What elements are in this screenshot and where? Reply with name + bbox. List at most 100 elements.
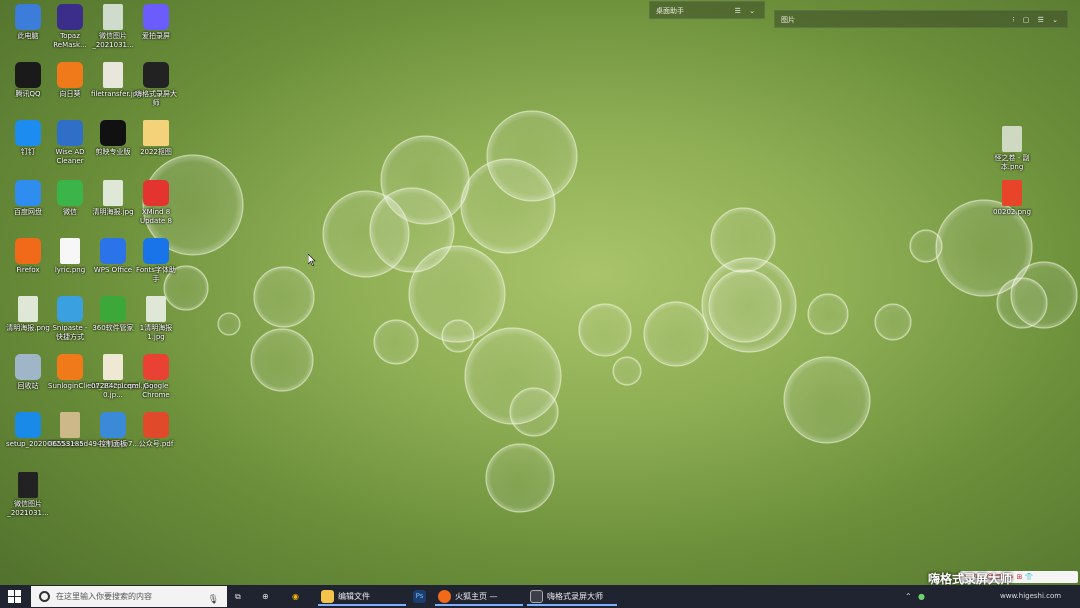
desktop-icon-label: 剪映专业版 [95, 148, 131, 156]
image-file-icon [18, 296, 38, 322]
image-file-icon [103, 354, 123, 380]
pictures-widget[interactable]: 图片 ⁝ ▢ ☰ ⌄ [774, 10, 1068, 28]
desktop-icon[interactable]: Firefox [6, 238, 50, 275]
taskbar-app-label: 编辑文件 [338, 592, 370, 601]
360-icon [100, 296, 126, 322]
desktop-icon[interactable]: Google Chrome [134, 354, 178, 400]
image-file-icon [60, 238, 80, 264]
desktop-icon-label: 控制面板 [99, 440, 127, 448]
desktop-icon[interactable]: 2022抠图 [134, 120, 178, 157]
microphone-icon[interactable]: 🎙 [208, 590, 219, 608]
computer-icon [15, 4, 41, 30]
desktop-icon[interactable]: 1清明海报1.jpg [134, 296, 178, 342]
desktop-icon[interactable]: 微信 [48, 180, 92, 217]
desktop-icon[interactable]: XMind 8 Update 8 [134, 180, 178, 226]
aipai-icon [143, 4, 169, 30]
desktop-icon-label: 2022抠图 [140, 148, 172, 156]
desktop-icon-label: 百度网盘 [14, 208, 42, 216]
snipaste-icon [57, 296, 83, 322]
desktop-icon[interactable]: 00202.png [990, 180, 1034, 217]
image-file-icon [146, 296, 166, 322]
desktop-icon[interactable]: 嗨格式录屏大师 [134, 62, 178, 108]
zoom-search-icon[interactable]: ⊕ [262, 587, 269, 606]
chrome-icon [143, 354, 169, 380]
desktop-assistant-widget[interactable]: 桌面助手 ☰ ⌄ [649, 1, 765, 19]
firefox-icon [15, 238, 41, 264]
desktop-icon[interactable]: 控制面板 [91, 412, 135, 449]
desktop-icon-label: setup_20200825a.exe [6, 440, 84, 448]
taskbar: 在这里输入你要搜索的内容 🎙 ⧉ ⊕ ◉ 编辑文件 Ps 火狐主页 — Mozi… [0, 585, 1080, 608]
chrome-taskbar-icon[interactable]: ◉ [292, 587, 299, 606]
tray-overflow-icon[interactable]: ⌃ [905, 587, 912, 606]
desktop-icon[interactable]: 微信图片_2021031... [91, 4, 135, 50]
desktop-icon[interactable]: 钉钉 [6, 120, 50, 157]
desktop-icon-label: Google Chrome [142, 382, 170, 399]
widget-menu-icon[interactable]: ☰ ⌄ [735, 2, 758, 20]
desktop-icon-label: SunloginClient_10.2.1.exe [48, 382, 140, 390]
desktop-icon[interactable]: 剪映专业版 [91, 120, 135, 157]
desktop-icon[interactable]: Snipaste - 快捷方式 [48, 296, 92, 342]
dingtalk-icon [15, 120, 41, 146]
desktop-icon[interactable]: 清明海报.png [6, 296, 50, 333]
desktop-icon[interactable]: 回收站 [6, 354, 50, 391]
desktop-icon-label: WPS Office [93, 266, 133, 274]
sunflower-icon [57, 62, 83, 88]
desktop-icon[interactable]: lyric.png [48, 238, 92, 275]
desktop-icon-label: 00202.png [993, 208, 1031, 216]
desktop-icon[interactable]: 此电脑 [6, 4, 50, 41]
desktop-icon[interactable]: 腾讯QQ [6, 62, 50, 99]
desktop-icon[interactable]: setup_20200825a.exe [6, 412, 84, 449]
desktop-icon[interactable]: filetransfer.jpg [91, 62, 142, 99]
taskbar-app-firefox[interactable]: 火狐主页 — Mozil... [435, 587, 523, 606]
tray-status-icon[interactable]: ● [918, 587, 925, 606]
desktop-icon[interactable]: 清明海报.jpg [91, 180, 135, 217]
taskbar-app-recorder[interactable]: 嗨格式录屏大师 [527, 587, 617, 606]
capcut-icon [100, 120, 126, 146]
taskbar-app-label: 火狐主页 — Mozil... [455, 592, 498, 601]
setup-icon [15, 412, 41, 438]
recorder-icon [143, 62, 169, 88]
desktop-icon[interactable]: 公众号.pdf [134, 412, 178, 449]
task-view-icon[interactable]: ⧉ [235, 587, 241, 606]
taskbar-app-file-explorer[interactable]: 编辑文件 [318, 587, 406, 606]
photoshop-icon: Ps [413, 590, 426, 603]
desktop-icon[interactable]: Wise AD Cleaner [48, 120, 92, 166]
desktop-icon-label: 微信 [63, 208, 77, 216]
desktop-icon[interactable]: 怪之卷 - 副本.png [990, 126, 1034, 172]
desktop-icon[interactable]: 微信图片_2021031... [6, 472, 50, 518]
desktop-icon[interactable]: 07284cpicqml.jpg-0.jp... [91, 354, 157, 400]
desktop-icon-label: 此电脑 [17, 32, 39, 40]
desktop-icon-label: filetransfer.jpg [91, 90, 142, 98]
pdf-icon [143, 412, 169, 438]
desktop-icon-label: 360软件管家 [92, 324, 134, 332]
mouse-cursor-icon [308, 254, 316, 266]
sunflower-icon [57, 354, 83, 380]
folder-icon [143, 120, 169, 146]
desktop-icon-label: 07284cpicqml.jpg-0.jp... [91, 382, 157, 399]
windows-start-icon[interactable] [8, 590, 21, 603]
desktop-icon[interactable]: 向日葵 [48, 62, 92, 99]
taskbar-app-photoshop[interactable]: Ps [410, 587, 432, 606]
desktop-icon[interactable]: 爱拍录屏 [134, 4, 178, 41]
desktop-icon[interactable]: WPS Office [91, 238, 135, 275]
widget-controls-icon[interactable]: ⁝ ▢ ☰ ⌄ [1012, 11, 1061, 29]
taskbar-search-box[interactable]: 在这里输入你要搜索的内容 🎙 [31, 586, 227, 607]
desktop-icon[interactable]: 百度网盘 [6, 180, 50, 217]
desktop-icon[interactable]: Topaz ReMask... [48, 4, 92, 50]
desktop-icon-label: Firefox [16, 266, 40, 274]
desktop-icon[interactable]: 360软件管家 [91, 296, 135, 333]
fonts-icon [143, 238, 169, 264]
wechat-icon [57, 180, 83, 206]
desktop-icon-label: 清明海报.jpg [92, 208, 134, 216]
desktop-icon[interactable]: SunloginClient_10.2.1.exe [48, 354, 140, 391]
desktop-icon[interactable]: Fonts字体助手 [134, 238, 178, 284]
desktop-icon[interactable]: 06553185d494a4124b7... [48, 412, 139, 449]
cortana-icon [39, 591, 50, 602]
search-placeholder: 在这里输入你要搜索的内容 [56, 592, 152, 601]
desktop-icon-label: 怪之卷 - 副本.png [994, 154, 1030, 171]
desktop-icon-label: 腾讯QQ [15, 90, 41, 98]
desktop-icon-label: 公众号.pdf [138, 440, 174, 448]
desktop-icon-label: Topaz ReMask... [53, 32, 87, 49]
folder-icon [321, 590, 334, 603]
desktop-icon-label: Snipaste - 快捷方式 [52, 324, 88, 341]
